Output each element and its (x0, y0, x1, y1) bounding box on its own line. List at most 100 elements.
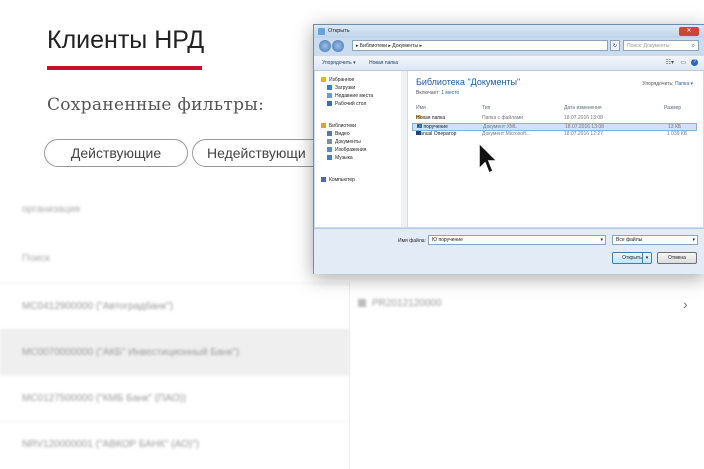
help-icon[interactable]: ? (691, 59, 698, 66)
nav-item-documents[interactable]: Документы (327, 139, 361, 145)
nav-label: Загрузки (335, 85, 356, 91)
chevron-down-icon: ▾ (692, 237, 695, 243)
nav-item-favorites[interactable]: Избранное (321, 77, 354, 83)
open-file-dialog: Открыть ✕ ▸ Библиотеки ▸ Документы ▸ ↻ П… (313, 24, 704, 274)
dialog-footer: Имя файла: Ю поручение ▾ Все файлы ▾ Откры… (314, 228, 704, 274)
filename-input[interactable]: Ю поручение ▾ (428, 235, 606, 245)
nav-label: Видео (335, 131, 350, 137)
recent-places-icon (327, 93, 332, 99)
documents-icon (327, 139, 332, 145)
file-type: Папка с файлами (482, 115, 524, 121)
images-icon (327, 147, 332, 153)
nav-label: Избранное (329, 77, 355, 83)
refresh-icon[interactable]: ↻ (610, 40, 620, 51)
nav-label: Недавние места (335, 93, 374, 99)
file-type: Документ Microsoft... (482, 131, 531, 137)
file-list-pane: Библиотека "Документы" Включает: 1 место… (408, 71, 703, 227)
search-icon: ⌕ (691, 43, 695, 49)
music-icon (327, 155, 332, 161)
chevron-right-icon[interactable]: › (683, 296, 688, 312)
nav-label: Рабочий стол (335, 101, 367, 107)
title-underline (47, 66, 202, 70)
organization-field-label: организация (22, 204, 81, 215)
search-field-label[interactable]: Поиск (22, 253, 50, 264)
organize-menu[interactable]: Упорядочить ▾ (322, 60, 356, 66)
preview-pane-icon[interactable]: ▭ (680, 59, 686, 66)
file-row[interactable]: Manual Оператор Документ Microsoft... 18… (412, 131, 697, 139)
detail-row[interactable]: PR2012120000 (358, 298, 698, 320)
filter-active-button[interactable]: Действующие (44, 139, 188, 167)
arrange-label: Упорядочить: (642, 81, 674, 87)
list-item[interactable]: MC0070000000 ("АКБ" Инвестиционный Банк"… (0, 329, 350, 375)
file-name: Ю поручение (417, 124, 448, 130)
nav-item-desktop[interactable]: Рабочий стол (327, 101, 366, 107)
nav-item-recent-places[interactable]: Недавние места (327, 93, 373, 99)
computer-icon (321, 177, 326, 183)
file-date: 18.07.2016 13:08 (564, 115, 603, 121)
arrange-dropdown[interactable]: Папка ▾ (675, 81, 693, 87)
nav-item-computer[interactable]: Компьютер (321, 177, 355, 183)
detail-row-text: PR2012120000 (372, 298, 442, 309)
list-item[interactable]: MC0127500000 ("КМБ Банк" (ПАО)) (0, 375, 350, 421)
dialog-title: Открыть (328, 28, 350, 34)
dialog-toolbar: Упорядочить ▾ Новая папка ☷▾ ▭ ? (314, 56, 704, 71)
desktop-icon (327, 101, 332, 107)
chevron-down-icon[interactable]: ▾ (600, 236, 603, 245)
nav-label: Библиотеки (329, 123, 357, 129)
open-button-label: Открыть (622, 255, 642, 261)
file-row[interactable]: Новая папка Папка с файлами 18.07.2016 1… (412, 115, 697, 123)
column-header-type[interactable]: Тип (482, 105, 490, 111)
nav-item-downloads[interactable]: Загрузки (327, 85, 355, 91)
close-button[interactable]: ✕ (679, 27, 699, 36)
column-header-name[interactable]: Имя (416, 105, 426, 111)
nav-item-music[interactable]: Музыка (327, 155, 353, 161)
nav-item-libraries[interactable]: Библиотеки (321, 123, 356, 129)
nav-label: Изображения (335, 147, 367, 153)
file-date: 18.07.2016 12:27 (564, 131, 603, 137)
filetype-select[interactable]: Все файлы ▾ (612, 235, 698, 245)
filetype-value: Все файлы (616, 237, 643, 243)
nav-label: Компьютер (329, 177, 355, 183)
clients-list: MC0412900000 ("Автоградбанк") MC00700000… (0, 283, 350, 467)
nav-label: Документы (335, 139, 361, 145)
nav-item-images[interactable]: Изображения (327, 147, 366, 153)
filename-value: Ю поручение (432, 237, 463, 243)
mouse-cursor-icon (478, 141, 499, 175)
filename-label: Имя файла: (398, 238, 426, 244)
file-size: 1 039 КБ (667, 131, 688, 137)
search-input[interactable]: Поиск: Документы ⌕ (623, 40, 699, 51)
arrange-by: Упорядочить: Папка ▾ (642, 81, 693, 87)
navigation-scrollbar[interactable] (401, 71, 407, 227)
library-places-link[interactable]: 1 место (441, 90, 459, 96)
library-subtitle: Включает: 1 место (416, 90, 459, 96)
cancel-button[interactable]: Отмена (657, 252, 697, 264)
file-row[interactable]: Ю поручение Документ XML 18.07.2016 13:0… (412, 123, 697, 131)
nav-item-video[interactable]: Видео (327, 131, 350, 137)
libraries-icon (321, 123, 326, 129)
column-header-size[interactable]: Размер (664, 105, 681, 111)
row-marker-icon (358, 299, 366, 308)
forward-button[interactable] (332, 40, 344, 52)
video-icon (327, 131, 332, 137)
address-row: ▸ Библиотеки ▸ Документы ▸ ↻ Поиск: Доку… (314, 38, 704, 55)
open-button[interactable]: Открыть ▾ (612, 252, 652, 264)
page-title: Клиенты НРД (47, 26, 205, 54)
file-size: 13 КБ (668, 124, 682, 130)
back-button[interactable] (319, 40, 331, 52)
chevron-down-icon[interactable]: ▾ (642, 253, 651, 263)
star-icon (321, 77, 326, 83)
file-date: 18.07.2016 13:08 (565, 124, 604, 130)
list-item[interactable]: NRV120000001 ("АВКОР БАНК" (АО)") (0, 421, 350, 467)
views-icon[interactable]: ☷▾ (666, 59, 674, 66)
downloads-icon (327, 85, 332, 91)
file-name: Новая папка (416, 115, 446, 121)
library-title: Библиотека "Документы" (416, 77, 521, 87)
list-item[interactable]: MC0412900000 ("Автоградбанк") (0, 283, 350, 329)
column-header-date[interactable]: Дата изменения (564, 105, 602, 111)
nav-label: Музыка (335, 155, 353, 161)
new-folder-button[interactable]: Новая папка (369, 60, 398, 66)
address-bar[interactable]: ▸ Библиотеки ▸ Документы ▸ (352, 40, 608, 51)
dialog-titlebar[interactable]: Открыть ✕ (314, 25, 704, 38)
file-type: Документ XML (483, 124, 517, 130)
library-includes-label: Включает: (416, 90, 440, 96)
